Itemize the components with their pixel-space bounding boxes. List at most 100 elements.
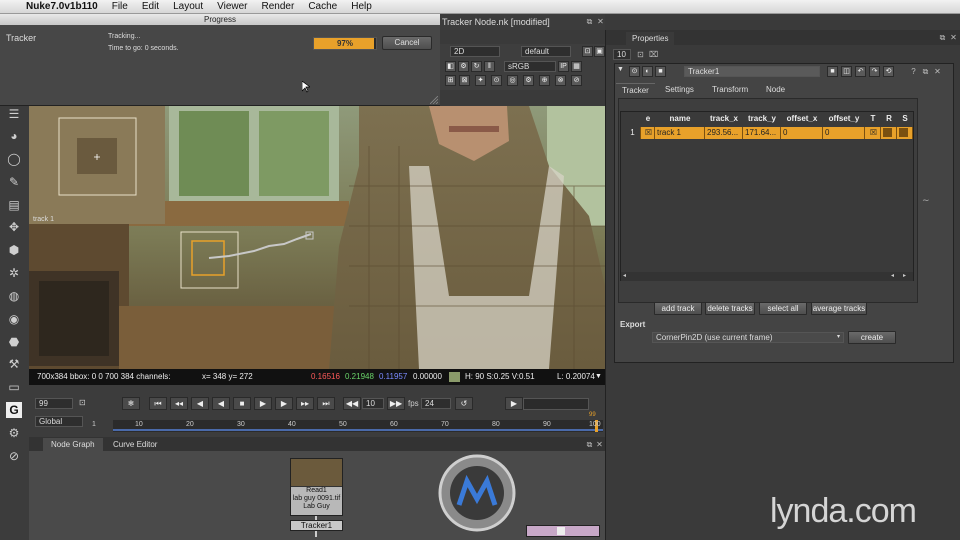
revert-icon[interactable]: ⟲ [883, 66, 894, 77]
row-track-y[interactable]: 171.64... [743, 127, 781, 139]
menu-render[interactable]: Render [262, 1, 295, 12]
node-name-field[interactable]: Tracker1 [684, 66, 820, 77]
col-s[interactable]: S [897, 113, 913, 125]
frame-range-field[interactable] [523, 398, 589, 410]
col-r[interactable]: R [881, 113, 897, 125]
first-frame-button[interactable]: ⏮ [149, 397, 167, 410]
range-mode-dropdown[interactable]: Global [35, 416, 83, 427]
view-mode-dropdown[interactable]: 2D [450, 46, 500, 57]
next-frame-button[interactable]: ▶ [275, 397, 293, 410]
ng-float-icon[interactable]: ⧉ [585, 440, 594, 449]
node-color-icon[interactable]: ■ [655, 66, 666, 77]
read-node[interactable]: Read1 lab guy 0091.tif Lab Guy [290, 458, 343, 516]
lock-icon[interactable]: ⊡ [582, 46, 593, 57]
deep-tools-icon[interactable]: ◍ [6, 288, 22, 304]
lock-frame-icon[interactable]: ⊡ [79, 398, 89, 409]
lut-dropdown[interactable]: default [521, 46, 571, 57]
play-forward-button[interactable]: ▶ [254, 397, 272, 410]
col-offset-y[interactable]: offset_y [823, 113, 865, 125]
col-track-y[interactable]: track_y [743, 113, 781, 125]
gizmo-tools-icon[interactable]: G [6, 402, 22, 418]
draw-tools-icon[interactable]: ◕ [6, 128, 22, 144]
refresh-icon[interactable]: ↻ [471, 61, 482, 72]
panel-close-icon[interactable]: ✕ [933, 67, 942, 76]
scroll-left-icon-2[interactable]: ◂ [891, 272, 894, 279]
prop-float-icon[interactable]: ⧉ [938, 33, 947, 42]
loop-mode-button[interactable]: ↺ [455, 397, 473, 410]
col-track-x[interactable]: track_x [705, 113, 743, 125]
panel-float-icon[interactable]: ⧉ [921, 67, 930, 76]
table-row[interactable]: 1 ☒ track 1 293.56... 171.64... 0 0 ☒ [623, 127, 913, 139]
tracks-table[interactable]: e name track_x track_y offset_x offset_y… [620, 111, 914, 281]
3d-tools-icon[interactable]: ⬢ [6, 242, 22, 258]
select-icon[interactable]: ⊠ [459, 75, 470, 86]
delete-tracks-button[interactable]: delete tracks [705, 302, 755, 315]
minimap[interactable] [526, 525, 600, 537]
row-s-checkbox[interactable] [897, 127, 913, 139]
menu-edit[interactable]: Edit [142, 1, 159, 12]
info-menu-icon[interactable]: ▼ [595, 369, 602, 385]
colorspace-dropdown[interactable]: sRGB [504, 61, 556, 72]
app-menu[interactable]: Nuke7.0v1b110 [26, 1, 98, 12]
menu-help[interactable]: Help [351, 1, 372, 12]
close-icon[interactable]: ✕ [596, 17, 605, 26]
play-backward-button[interactable]: ◀ [212, 397, 230, 410]
node-graph-panel[interactable]: Node Graph Curve Editor ⧉ ✕ Read1 lab gu… [29, 437, 605, 540]
ip-icon[interactable]: IP [558, 61, 569, 72]
current-frame-field[interactable]: 99 [35, 398, 73, 409]
cancel-button[interactable]: Cancel [382, 36, 432, 50]
col-t[interactable]: T [865, 113, 881, 125]
prop-close-icon[interactable]: ✕ [949, 33, 958, 42]
redo-icon[interactable]: ↷ [869, 66, 880, 77]
gl-color-icon[interactable]: ◫ [841, 66, 852, 77]
zoom-icon[interactable]: ◧ [445, 61, 456, 72]
help-icon[interactable]: ? [909, 67, 918, 76]
resize-grip-icon[interactable] [430, 96, 438, 104]
center-icon[interactable]: ◎ [507, 75, 518, 86]
tile-color-icon[interactable]: ■ [827, 66, 838, 77]
prev-keyframe-button[interactable]: ◂◂ [170, 397, 188, 410]
ocula-tools-icon[interactable]: ⊘ [6, 448, 22, 464]
other-tools-icon[interactable]: ▭ [6, 379, 22, 395]
channel-tools-icon[interactable]: ✎ [6, 174, 22, 190]
pin-icon[interactable]: ⊡ [636, 50, 645, 59]
viewer-image[interactable]: track 1 [29, 106, 605, 369]
stabilize-icon[interactable]: ⊗ [555, 75, 566, 86]
node-view-icon[interactable]: ◐ [642, 66, 653, 77]
tab-settings[interactable]: Settings [659, 83, 700, 96]
track-icon[interactable]: ⊙ [491, 75, 502, 86]
max-panels-field[interactable]: 10 [613, 49, 631, 60]
tab-curve-editor[interactable]: Curve Editor [105, 438, 165, 451]
increment-field[interactable]: 10 [362, 398, 384, 409]
export-dropdown[interactable]: CornerPin2D (use current frame) ▾ [652, 332, 844, 343]
create-button[interactable]: create [848, 331, 896, 344]
float-icon[interactable]: ⧉ [585, 17, 594, 26]
tab-tracker[interactable]: Tracker [616, 83, 655, 96]
tracker-node[interactable]: Tracker1 [290, 520, 343, 531]
average-tracks-button[interactable]: average tracks [811, 302, 867, 315]
pause-icon[interactable]: ‖ [484, 61, 495, 72]
skip-forward-button[interactable]: ▶▶ [387, 397, 405, 410]
color-tools-icon[interactable]: ▤ [6, 197, 22, 213]
stop-button[interactable]: ■ [233, 397, 251, 410]
keyframe-icon[interactable]: ✦ [475, 75, 486, 86]
settings-icon[interactable]: ⚙ [523, 75, 534, 86]
snowflake-icon[interactable]: ❄ [122, 397, 140, 410]
scroll-left-icon[interactable]: ◂ [623, 272, 626, 279]
tab-transform[interactable]: Transform [706, 83, 754, 96]
row-offset-y[interactable]: 0 [823, 127, 865, 139]
clip-icon[interactable]: ⚙ [458, 61, 469, 72]
skip-back-button[interactable]: ◀◀ [343, 397, 361, 410]
ng-close-icon[interactable]: ✕ [595, 440, 604, 449]
viewer-grid-icon[interactable]: ▦ [571, 61, 582, 72]
row-enable-checkbox[interactable]: ☒ [641, 127, 655, 139]
last-frame-button[interactable]: ⏭ [317, 397, 335, 410]
image-tools-icon[interactable]: ☰ [6, 106, 22, 122]
toolsets-icon[interactable]: ⚒ [6, 356, 22, 372]
col-offset-x[interactable]: offset_x [781, 113, 823, 125]
col-name[interactable]: name [655, 113, 705, 125]
menu-file[interactable]: File [112, 1, 128, 12]
prev-frame-button[interactable]: ◀ [191, 397, 209, 410]
tab-properties[interactable]: Properties [626, 32, 675, 45]
row-track-x[interactable]: 293.56... [705, 127, 743, 139]
